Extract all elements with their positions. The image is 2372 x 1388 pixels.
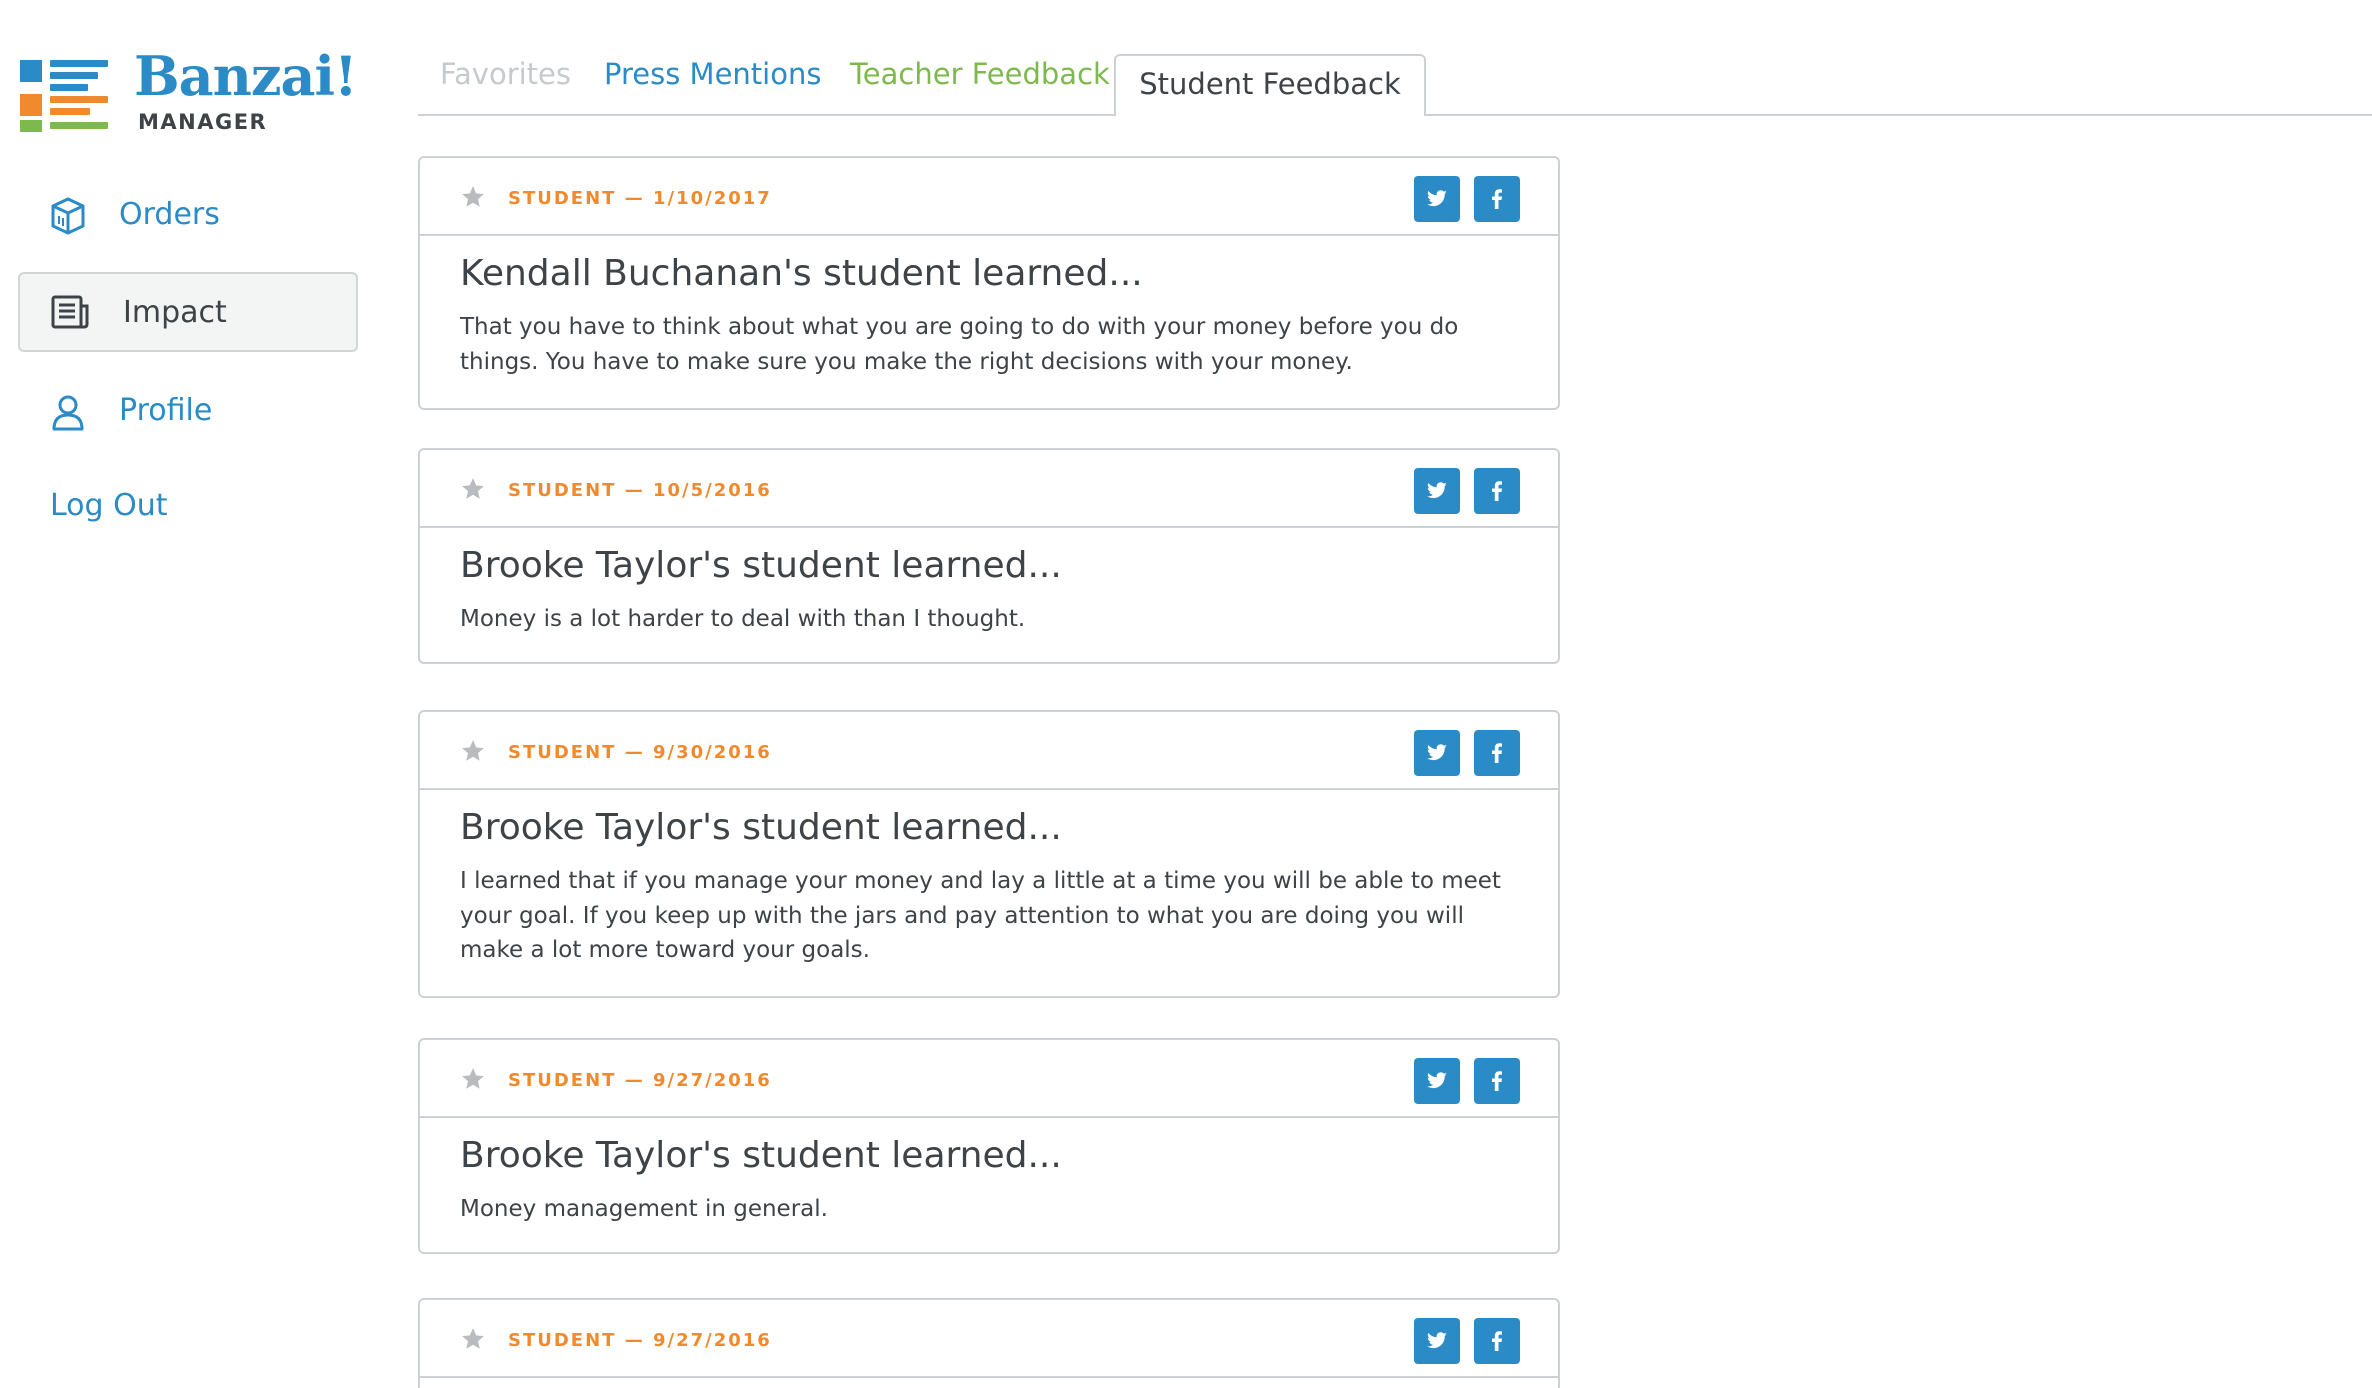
facebook-icon (1492, 743, 1502, 763)
sidebar-item-profile[interactable]: Profile (18, 370, 358, 450)
card-meta: STUDENT — 9/30/2016 (508, 742, 772, 763)
tab-student-feedback[interactable]: Student Feedback (1114, 54, 1426, 116)
feedback-tabs: Favorites Press Mentions Teacher Feedbac… (418, 52, 2372, 116)
card-text: Money is a lot harder to deal with than … (460, 606, 1026, 632)
card-header: STUDENT — 9/27/2016 (420, 1300, 1558, 1378)
card-meta: STUDENT — 10/5/2016 (508, 480, 772, 501)
twitter-icon (1427, 1072, 1447, 1089)
twitter-share-button[interactable] (1414, 1318, 1460, 1364)
twitter-share-button[interactable] (1414, 730, 1460, 776)
facebook-icon (1492, 1331, 1502, 1351)
card-title: Kendall Buchanan's student learned... (460, 253, 1143, 294)
twitter-share-button[interactable] (1414, 1058, 1460, 1104)
card-title: Brooke Taylor's student learned... (460, 545, 1062, 586)
card-text: That you have to think about what you ar… (460, 314, 1459, 375)
star-icon[interactable] (460, 184, 486, 210)
sidebar-item-label: Impact (123, 294, 227, 330)
card-title: Brooke Taylor's student learned... (460, 1135, 1062, 1176)
tab-favorites[interactable]: Favorites (440, 52, 571, 102)
facebook-share-button[interactable] (1474, 1058, 1520, 1104)
card-header: STUDENT — 9/27/2016 (420, 1040, 1558, 1118)
card-text: I learned that if you manage your money … (460, 868, 1501, 963)
feedback-card: STUDENT — 9/27/2016 Brooke Taylor's stud… (418, 1038, 1560, 1254)
card-header: STUDENT — 1/10/2017 (420, 158, 1558, 236)
brand-name: Banzai! (134, 44, 358, 108)
tab-teacher-feedback[interactable]: Teacher Feedback (850, 52, 1110, 102)
facebook-icon (1492, 189, 1502, 209)
sidebar-item-orders[interactable]: Orders (18, 174, 358, 254)
tab-press-mentions[interactable]: Press Mentions (604, 52, 821, 102)
box-icon (51, 197, 85, 235)
sidebar-item-label: Profile (119, 392, 213, 428)
feedback-card: STUDENT — 10/5/2016 Brooke Taylor's stud… (418, 448, 1560, 664)
card-title: Brooke Taylor's student learned... (460, 807, 1062, 848)
logout-link[interactable]: Log Out (50, 488, 168, 523)
twitter-icon (1427, 482, 1447, 499)
card-meta: STUDENT — 9/27/2016 (508, 1330, 772, 1351)
user-icon (52, 395, 84, 431)
star-icon[interactable] (460, 738, 486, 764)
sidebar-item-label: Orders (119, 196, 220, 232)
card-meta: STUDENT — 9/27/2016 (508, 1070, 772, 1091)
star-icon[interactable] (460, 1066, 486, 1092)
twitter-icon (1427, 744, 1447, 761)
facebook-share-button[interactable] (1474, 176, 1520, 222)
star-icon[interactable] (460, 1326, 486, 1352)
feedback-card: STUDENT — 9/30/2016 Brooke Taylor's stud… (418, 710, 1560, 998)
card-header: STUDENT — 10/5/2016 (420, 450, 1558, 528)
brand-logo[interactable]: Banzai! MANAGER (20, 44, 360, 140)
twitter-share-button[interactable] (1414, 176, 1460, 222)
facebook-share-button[interactable] (1474, 1318, 1520, 1364)
feedback-card: STUDENT — 1/10/2017 Kendall Buchanan's s… (418, 156, 1560, 410)
facebook-icon (1492, 1071, 1502, 1091)
facebook-icon (1492, 481, 1502, 501)
sidebar-item-impact[interactable]: Impact (18, 272, 358, 352)
card-header: STUDENT — 9/30/2016 (420, 712, 1558, 790)
logo-mark-icon (20, 50, 110, 132)
star-icon[interactable] (460, 476, 486, 502)
twitter-icon (1427, 190, 1447, 207)
facebook-share-button[interactable] (1474, 468, 1520, 514)
card-meta: STUDENT — 1/10/2017 (508, 188, 772, 209)
brand-subtitle: MANAGER (138, 110, 268, 134)
facebook-share-button[interactable] (1474, 730, 1520, 776)
card-text: Money management in general. (460, 1196, 828, 1222)
feedback-card: STUDENT — 9/27/2016 (418, 1298, 1560, 1388)
twitter-icon (1427, 1332, 1447, 1349)
newspaper-icon (51, 295, 89, 329)
twitter-share-button[interactable] (1414, 468, 1460, 514)
